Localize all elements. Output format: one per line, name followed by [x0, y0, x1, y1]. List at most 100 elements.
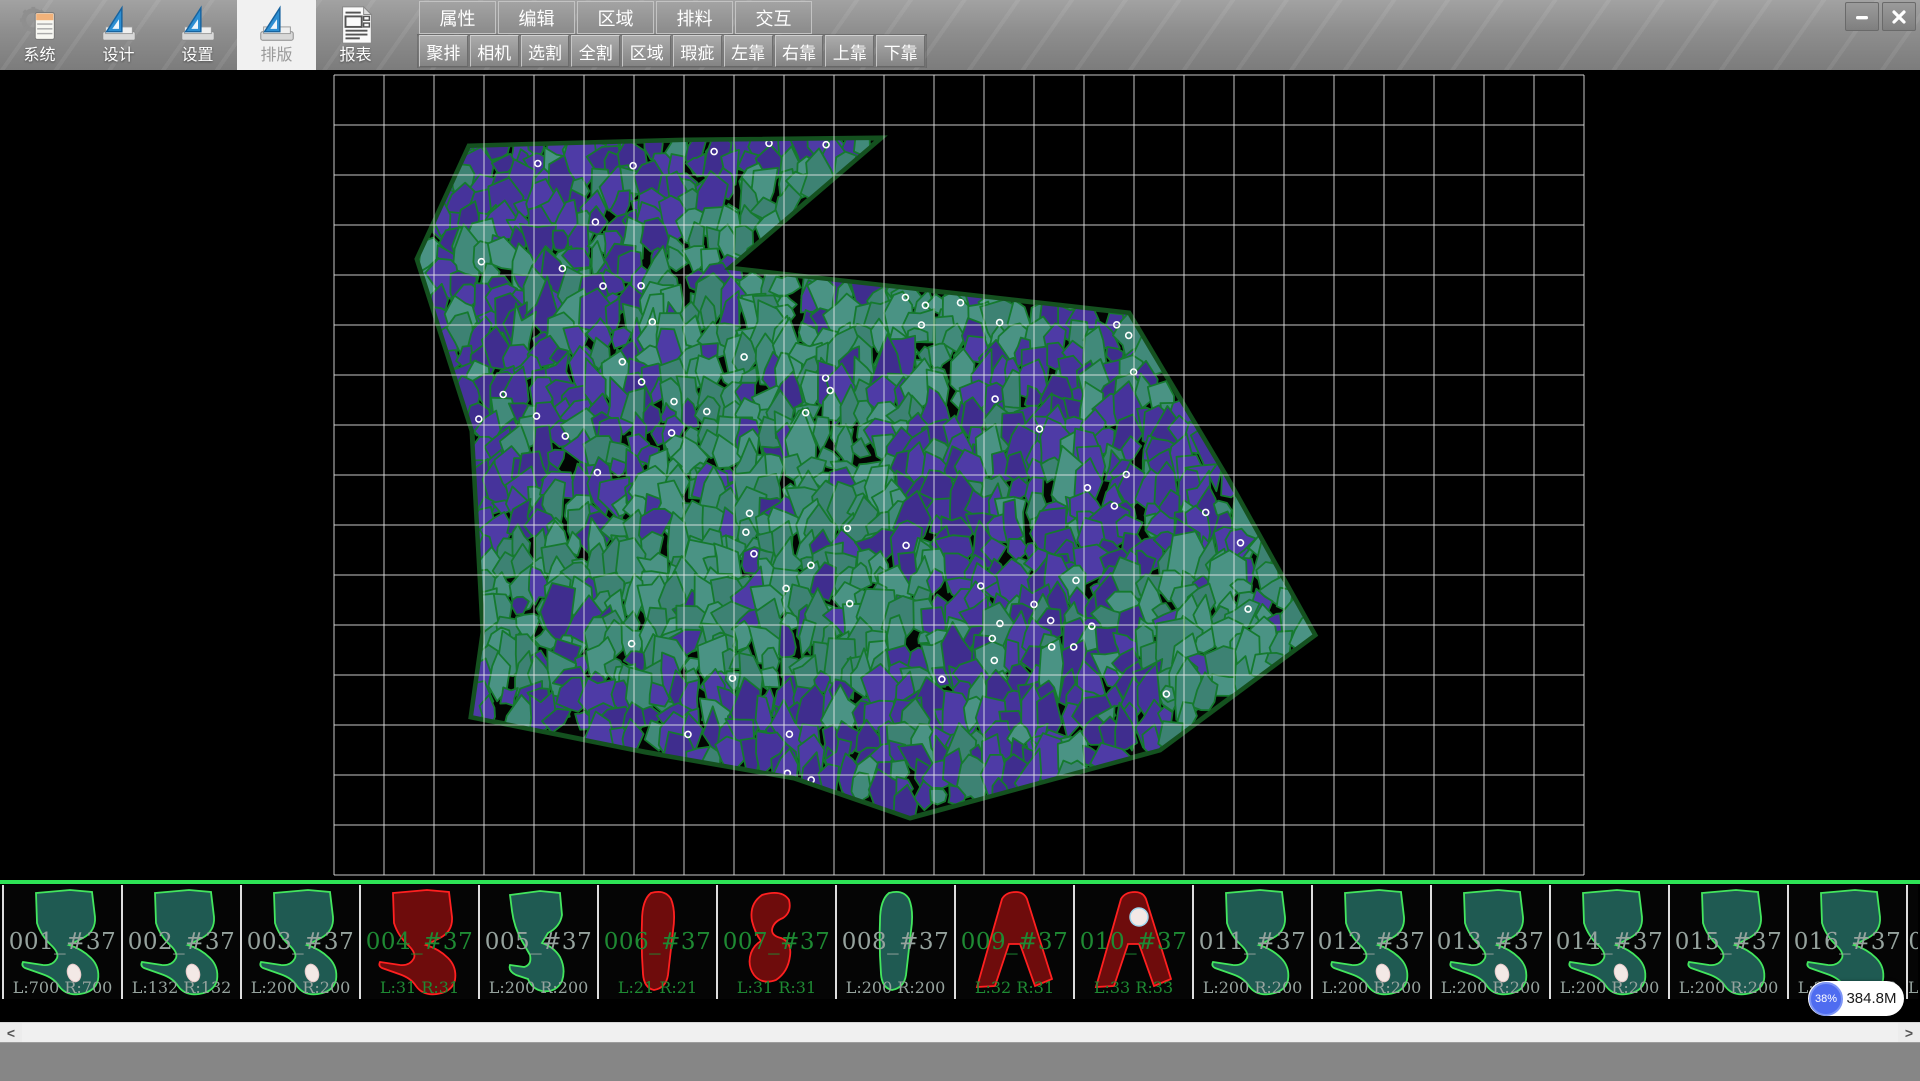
piece-thumbnail-002_#37[interactable]: 002_#37 L:132 R:132: [123, 885, 242, 999]
piece-id-label: 004_#37: [361, 929, 478, 955]
tool-相机[interactable]: 相机: [470, 35, 519, 67]
menu-排料[interactable]: 排料: [656, 1, 733, 34]
memory-percent-badge: 38%: [1809, 982, 1843, 1016]
horizontal-scrollbar[interactable]: < >: [0, 1022, 1920, 1043]
close-icon: [1891, 9, 1907, 25]
piece-thumbnail-001_#37[interactable]: 001_#37 L:700 R:700: [2, 885, 123, 999]
piece-thumbnail-004_#37[interactable]: 004_#37 L:31 R:31: [361, 885, 480, 999]
piece-thumbnail-list: 001_#37L:700 R:700002_#37L:132 R:132003_…: [2, 885, 1918, 1001]
piece-count-label: L:200 R:200: [1551, 978, 1668, 997]
piece-count-label: L:200 R:200: [1313, 978, 1430, 997]
app-tab-设置[interactable]: 设置: [158, 0, 237, 70]
piece-id-label: 005_#37: [480, 929, 597, 955]
strip-top-border: [0, 880, 1920, 884]
piece-count-label: L:21 R:21: [599, 978, 716, 997]
piece-thumbnail-006_#37[interactable]: 006_#37 L:21 R:21: [599, 885, 718, 999]
piece-count-label: L:31 R:31: [718, 978, 835, 997]
tool-聚排[interactable]: 聚排: [419, 35, 468, 67]
piece-count-label: L:200 R:200: [1194, 978, 1311, 997]
scroll-right-arrow[interactable]: >: [1898, 1023, 1920, 1043]
piece-id-label: 011_#37: [1194, 929, 1311, 955]
piece-count-label: L:200 R:200: [1432, 978, 1549, 997]
piece-thumbnail-005_#37[interactable]: 005_#37 L:200 R:200: [480, 885, 599, 999]
piece-thumbnail-008_#37[interactable]: 008_#37 L:200 R:200: [837, 885, 956, 999]
tool-瑕疵[interactable]: 瑕疵: [673, 35, 722, 67]
scroll-left-arrow[interactable]: <: [0, 1023, 22, 1043]
tool-bar: 聚排相机选割全割区域瑕疵左靠右靠上靠下靠: [417, 34, 927, 68]
app-tab-设计[interactable]: 设计: [79, 0, 158, 70]
piece-thumbnail-007_#37[interactable]: 007_#37 L:31 R:31: [718, 885, 837, 999]
piece-thumbnail-012_#37[interactable]: 012_#37 L:200 R:200: [1313, 885, 1432, 999]
piece-thumbnail-strip: 001_#37L:700 R:700002_#37L:132 R:132003_…: [0, 878, 1920, 1022]
piece-thumbnail-014_#37[interactable]: 014_#37 L:200 R:200: [1551, 885, 1670, 999]
piece-count-label: L:200 R:200: [1670, 978, 1787, 997]
piece-id-label: 012_#37: [1313, 929, 1430, 955]
tool-右靠[interactable]: 右靠: [775, 35, 824, 67]
app-tab-label: 排版: [260, 46, 292, 66]
settings-icon: [177, 0, 219, 46]
piece-id-label: 006_#37: [599, 929, 716, 955]
tool-全割[interactable]: 全割: [571, 35, 620, 67]
app-tab-label: 系统: [23, 46, 55, 66]
menu-编辑[interactable]: 编辑: [498, 1, 575, 34]
nested-pieces: [417, 107, 1316, 832]
piece-thumbnail-003_#37[interactable]: 003_#37 L:200 R:200: [242, 885, 361, 999]
piece-count-label: L:132 R:132: [123, 978, 240, 997]
piece-id-label: 010_#37: [1075, 929, 1192, 955]
piece-count-label: L:200 R:200: [837, 978, 954, 997]
piece-id-label: 009_#37: [956, 929, 1073, 955]
piece-count-label: L:2: [1908, 978, 1918, 997]
design-icon: [98, 0, 140, 46]
tool-左靠[interactable]: 左靠: [724, 35, 773, 67]
memory-usage-badge: 38% 384.8M: [1808, 981, 1904, 1016]
piece-count-label: L:31 R:31: [361, 978, 478, 997]
piece-count-label: L:200 R:200: [480, 978, 597, 997]
toolbar: 系统设计设置排版报表 属性编辑区域排料交互 聚排相机选割全割区域瑕疵左靠右靠上靠…: [0, 0, 1920, 71]
app-tab-系统[interactable]: 系统: [0, 0, 79, 70]
minimize-button[interactable]: [1845, 2, 1879, 31]
app-tab-label: 设置: [181, 46, 213, 66]
piece-id-label: 001_#37: [4, 929, 121, 955]
piece-id-label: 007_#37: [718, 929, 835, 955]
piece-thumbnail-015_#37[interactable]: 015_#37 L:200 R:200: [1670, 885, 1789, 999]
piece-id-label: 016_#37: [1789, 929, 1906, 955]
piece-id-label: 015_#37: [1670, 929, 1787, 955]
close-button[interactable]: [1882, 2, 1916, 31]
piece-count-label: L:200 R:200: [242, 978, 359, 997]
piece-id-label: 0: [1908, 929, 1918, 955]
report-icon: [335, 0, 377, 46]
menu-bar: 属性编辑区域排料交互: [419, 1, 814, 34]
nesting-canvas[interactable]: [0, 70, 1920, 878]
app-tab-label: 设计: [102, 46, 134, 66]
menu-区域[interactable]: 区域: [577, 1, 654, 34]
app-tab-排版[interactable]: 排版: [237, 0, 316, 70]
system-icon: [19, 0, 61, 46]
status-bar: [0, 1042, 1920, 1081]
piece-thumbnail-011_#37[interactable]: 011_#37 L:200 R:200: [1194, 885, 1313, 999]
piece-id-label: 003_#37: [242, 929, 359, 955]
nesting-drawing: [0, 70, 1920, 878]
app-tab-报表[interactable]: 报表: [316, 0, 395, 70]
memory-value-label: 384.8M: [1843, 990, 1904, 1007]
piece-thumbnail-010_#37[interactable]: 010_#37L:33 R:33: [1075, 885, 1194, 999]
tool-选割[interactable]: 选割: [521, 35, 570, 67]
piece-thumbnail-009_#37[interactable]: 009_#37 L:32 R:31: [956, 885, 1075, 999]
window-controls: [1845, 2, 1916, 31]
tool-上靠[interactable]: 上靠: [825, 35, 874, 67]
layout-icon: [256, 0, 298, 46]
piece-thumbnail-013_#37[interactable]: 013_#37 L:200 R:200: [1432, 885, 1551, 999]
piece-id-label: 008_#37: [837, 929, 954, 955]
menu-交互[interactable]: 交互: [735, 1, 812, 34]
app-tab-bar: 系统 设计 设置 排版 报表: [0, 0, 395, 70]
menu-属性[interactable]: 属性: [419, 1, 496, 34]
app-tab-label: 报表: [339, 46, 371, 66]
piece-count-label: L:32 R:31: [956, 978, 1073, 997]
piece-count-label: L:700 R:700: [4, 978, 121, 997]
piece-thumbnail-0[interactable]: 0 L:2: [1908, 885, 1918, 999]
piece-id-label: 013_#37: [1432, 929, 1549, 955]
tool-下靠[interactable]: 下靠: [876, 35, 925, 67]
piece-id-label: 014_#37: [1551, 929, 1668, 955]
minimize-icon: [1854, 9, 1870, 25]
tool-区域[interactable]: 区域: [622, 35, 671, 67]
piece-id-label: 002_#37: [123, 929, 240, 955]
